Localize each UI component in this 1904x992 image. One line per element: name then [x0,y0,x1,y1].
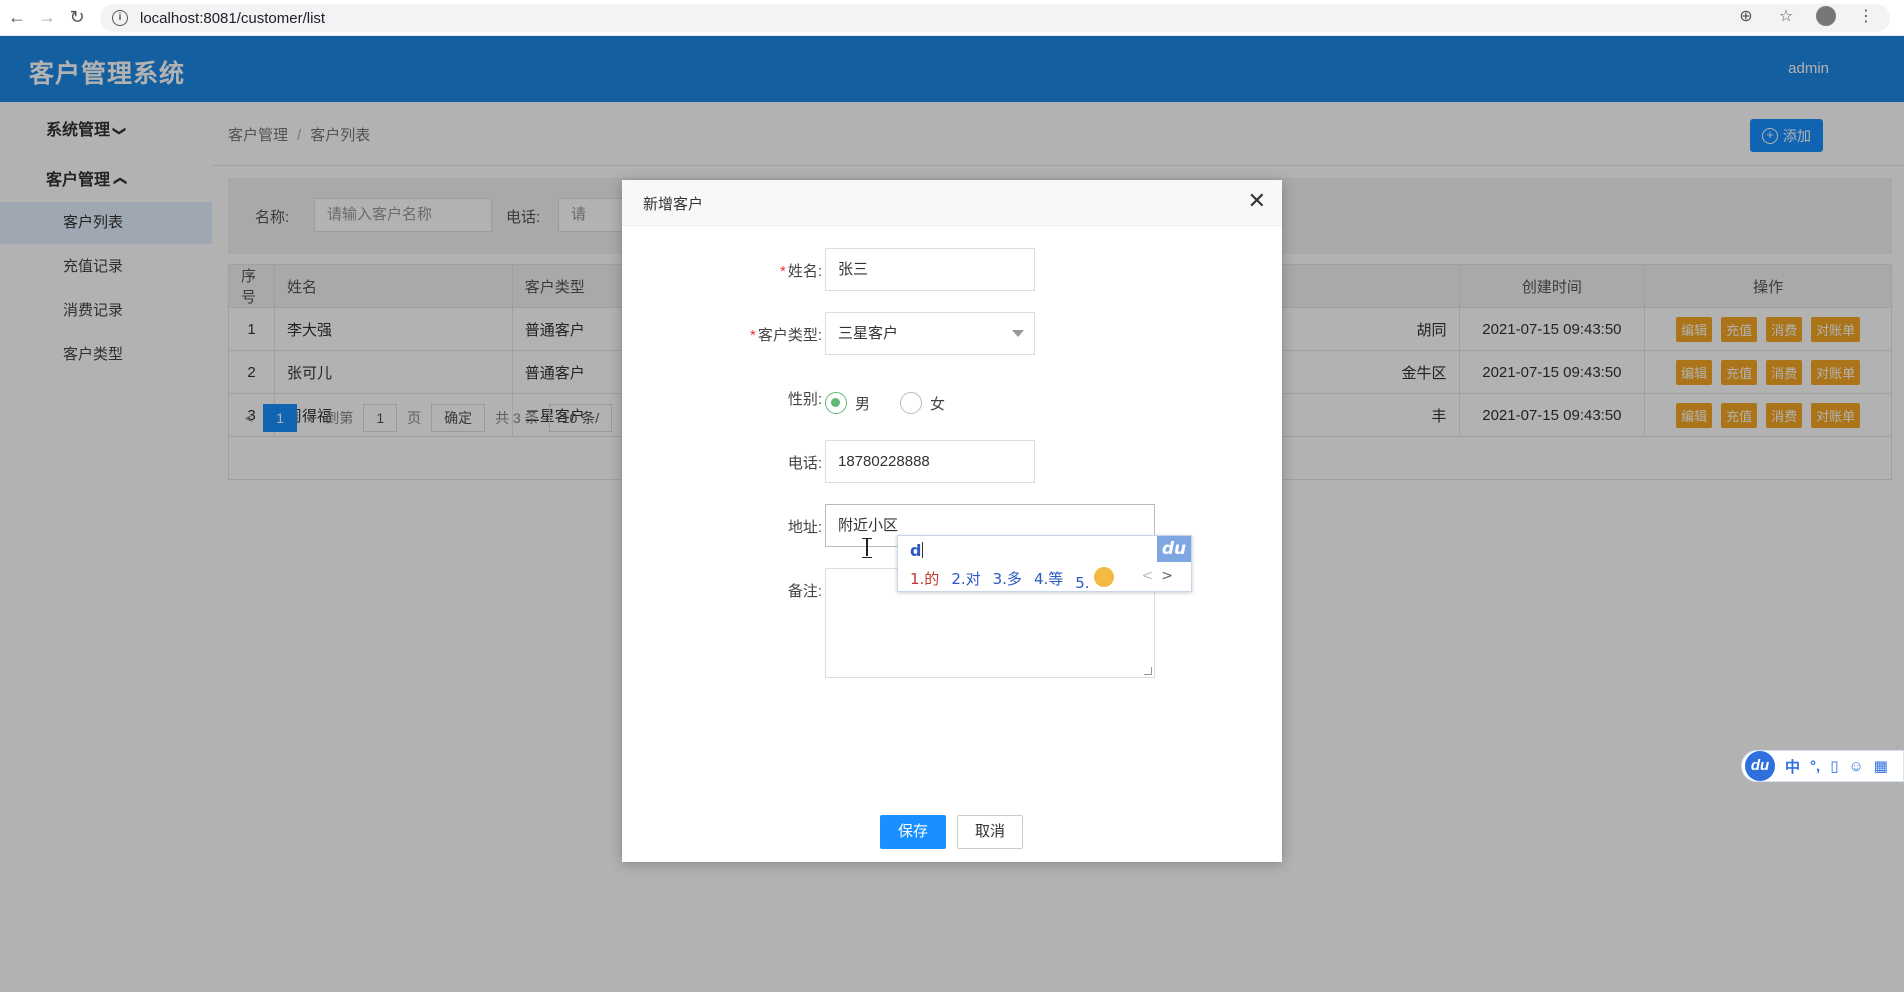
ime-composition: d [910,541,922,560]
close-icon[interactable]: ✕ [1248,190,1266,212]
radio-checked-icon [825,392,847,414]
ime-candidate-window: d du 1.的 2.对 3.多 4.等 5. <> [897,535,1192,592]
cancel-button[interactable]: 取消 [957,815,1023,849]
customer-type-value: 三星客户 [838,325,899,342]
address-bar[interactable]: i localhost:8081/customer/list ⊕ ☆ ⋮ [100,4,1890,32]
dialog-title: 新增客户 [643,196,704,213]
remark-label: 备注: [787,583,822,600]
gender-male-label: 男 [855,395,871,413]
more-menu-icon[interactable]: ⋮ [1856,6,1876,31]
ime-status-bar: du 中 °, ▯ ☺ ▦ [1741,750,1904,782]
resize-grip-icon[interactable] [1144,667,1152,675]
bookmark-star-icon[interactable]: ☆ [1776,6,1796,31]
add-customer-dialog: 新增客户 ✕ * 姓名: 张三 * 客户类型: 三星客户 性别: 男 女 电话: 1… [622,180,1282,862]
emoji-icon [1094,567,1115,587]
url-text[interactable]: localhost:8081/customer/list [140,10,325,27]
ime-candidate[interactable]: 1.的 [910,568,939,592]
forward-icon[interactable]: → [34,5,60,31]
customer-type-select[interactable]: 三星客户 [825,312,1035,355]
gender-label: 性别: [787,391,822,408]
ime-grid-icon[interactable]: ▦ [1874,757,1888,775]
address-label: 地址: [787,519,822,536]
ime-punctuation[interactable]: °, [1810,758,1820,775]
ime-candidates: 1.的 2.对 3.多 4.等 5. [910,567,1115,592]
gender-female-radio[interactable]: 女 [900,392,945,414]
text-cursor-icon [862,538,872,558]
gender-female-label: 女 [930,395,946,413]
name-input[interactable]: 张三 [825,248,1035,291]
info-icon[interactable]: i [112,10,128,26]
ime-prev-icon: < [1141,568,1162,584]
phone-input[interactable]: 18780228888 [825,440,1035,483]
ime-keyboard-icon[interactable]: ▯ [1830,757,1838,775]
ime-candidate[interactable]: 4.等 [1034,568,1063,592]
zoom-icon[interactable]: ⊕ [1736,6,1756,31]
ime-du-icon[interactable]: du [1745,751,1775,781]
ime-logo-icon: du [1157,536,1191,562]
gender-male-radio[interactable]: 男 [825,392,870,414]
ime-candidate[interactable]: 2.对 [951,568,980,592]
phone-label: 电话: [787,455,822,472]
ime-candidate[interactable]: 5. [1075,567,1115,592]
browser-toolbar: ← → ↻ i localhost:8081/customer/list ⊕ ☆… [0,0,1904,36]
profile-icon[interactable] [1816,5,1836,31]
ime-mode-chinese[interactable]: 中 [1785,756,1800,777]
reload-icon[interactable]: ↻ [64,5,90,31]
name-label: * 姓名: [779,263,822,280]
caret-down-icon [1012,330,1024,337]
back-icon[interactable]: ← [4,5,30,31]
ime-next-icon: > [1161,568,1181,584]
ime-user-icon[interactable]: ☺ [1848,758,1863,775]
ime-page-arrows[interactable]: <> [1142,568,1181,584]
dialog-header: 新增客户 ✕ [622,180,1282,226]
radio-unchecked-icon [900,392,922,414]
customer-type-label: * 客户类型: [749,327,822,344]
save-button[interactable]: 保存 [880,815,946,849]
ime-candidate[interactable]: 3.多 [993,568,1022,592]
